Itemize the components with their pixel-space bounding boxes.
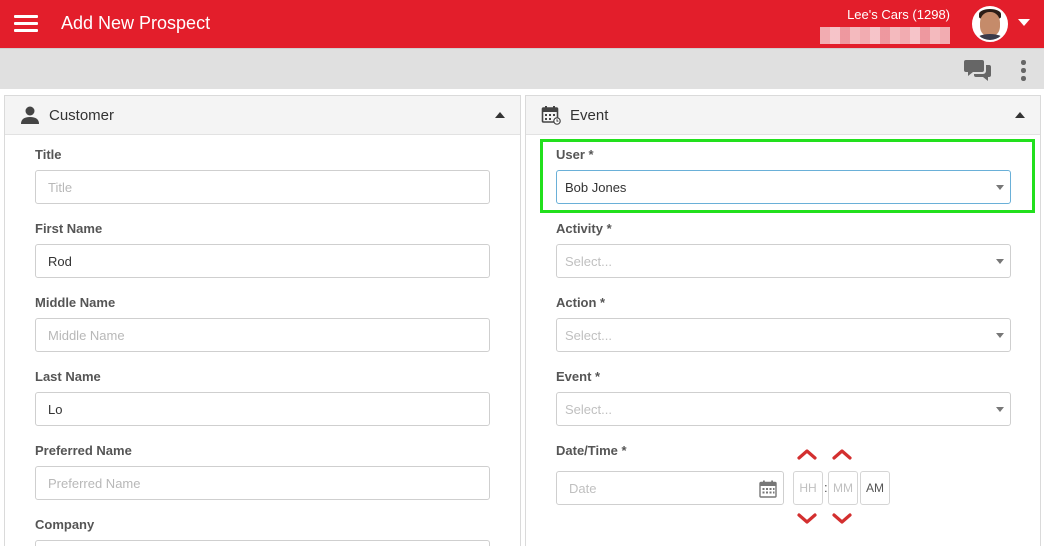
datetime-label: Date/Time * — [556, 443, 627, 458]
user-label: User * — [556, 147, 594, 162]
user-menu-caret-icon[interactable] — [1018, 19, 1030, 26]
calendar-icon[interactable] — [759, 480, 777, 498]
activity-select[interactable]: Select... — [556, 244, 1011, 278]
hour-input[interactable]: HH — [793, 471, 823, 505]
preferred-name-label: Preferred Name — [35, 443, 132, 458]
action-select[interactable]: Select... — [556, 318, 1011, 352]
middle-name-input[interactable] — [35, 318, 490, 352]
customer-panel-header[interactable]: Customer — [5, 96, 520, 135]
preferred-name-input[interactable] — [35, 466, 490, 500]
chevron-down-icon — [996, 407, 1004, 412]
company-input[interactable] — [35, 540, 490, 546]
title-input[interactable] — [35, 170, 490, 204]
event-select[interactable]: Select... — [556, 392, 1011, 426]
chat-icon[interactable] — [964, 58, 992, 82]
hour-decrement-icon[interactable] — [796, 512, 818, 526]
redacted-user-info — [820, 27, 950, 44]
collapse-icon[interactable] — [1015, 112, 1025, 118]
chevron-down-icon — [996, 185, 1004, 190]
collapse-icon[interactable] — [495, 112, 505, 118]
chevron-down-icon — [996, 333, 1004, 338]
last-name-input[interactable] — [35, 392, 490, 426]
page-title: Add New Prospect — [61, 13, 211, 33]
customer-panel-title: Customer — [49, 107, 115, 124]
dealer-name: Lee's Cars (1298) — [847, 7, 950, 22]
ampm-toggle[interactable]: AM — [860, 471, 890, 505]
hour-increment-icon[interactable] — [796, 447, 818, 461]
event-placeholder: Select... — [565, 402, 612, 417]
user-select-value: Bob Jones — [565, 180, 627, 195]
minute-decrement-icon[interactable] — [831, 512, 853, 526]
title-label: Title — [35, 147, 62, 162]
chevron-down-icon — [996, 259, 1004, 264]
user-select[interactable]: Bob Jones — [556, 170, 1011, 204]
action-label: Action * — [556, 295, 606, 310]
minute-increment-icon[interactable] — [831, 447, 853, 461]
activity-placeholder: Select... — [565, 254, 612, 269]
middle-name-label: Middle Name — [35, 295, 116, 310]
more-options-icon[interactable] — [1016, 58, 1030, 82]
date-placeholder: Date — [569, 481, 597, 496]
minute-input[interactable]: MM — [828, 471, 858, 505]
event-panel-header[interactable]: Event — [526, 96, 1040, 135]
person-icon — [21, 106, 39, 124]
first-name-label: First Name — [35, 221, 103, 236]
action-placeholder: Select... — [565, 328, 612, 343]
event-panel-title: Event — [570, 107, 609, 124]
app-header: Add New Prospect Lee's Cars (1298) — [0, 0, 1044, 48]
hamburger-icon[interactable] — [14, 14, 38, 34]
sub-toolbar — [0, 48, 1044, 89]
first-name-input[interactable] — [35, 244, 490, 278]
activity-label: Activity * — [556, 221, 612, 236]
avatar[interactable] — [972, 6, 1008, 42]
last-name-label: Last Name — [35, 369, 101, 384]
calendar-icon — [541, 106, 561, 125]
date-input[interactable]: Date — [556, 471, 784, 505]
event-label: Event * — [556, 369, 601, 384]
company-label: Company — [35, 517, 95, 532]
